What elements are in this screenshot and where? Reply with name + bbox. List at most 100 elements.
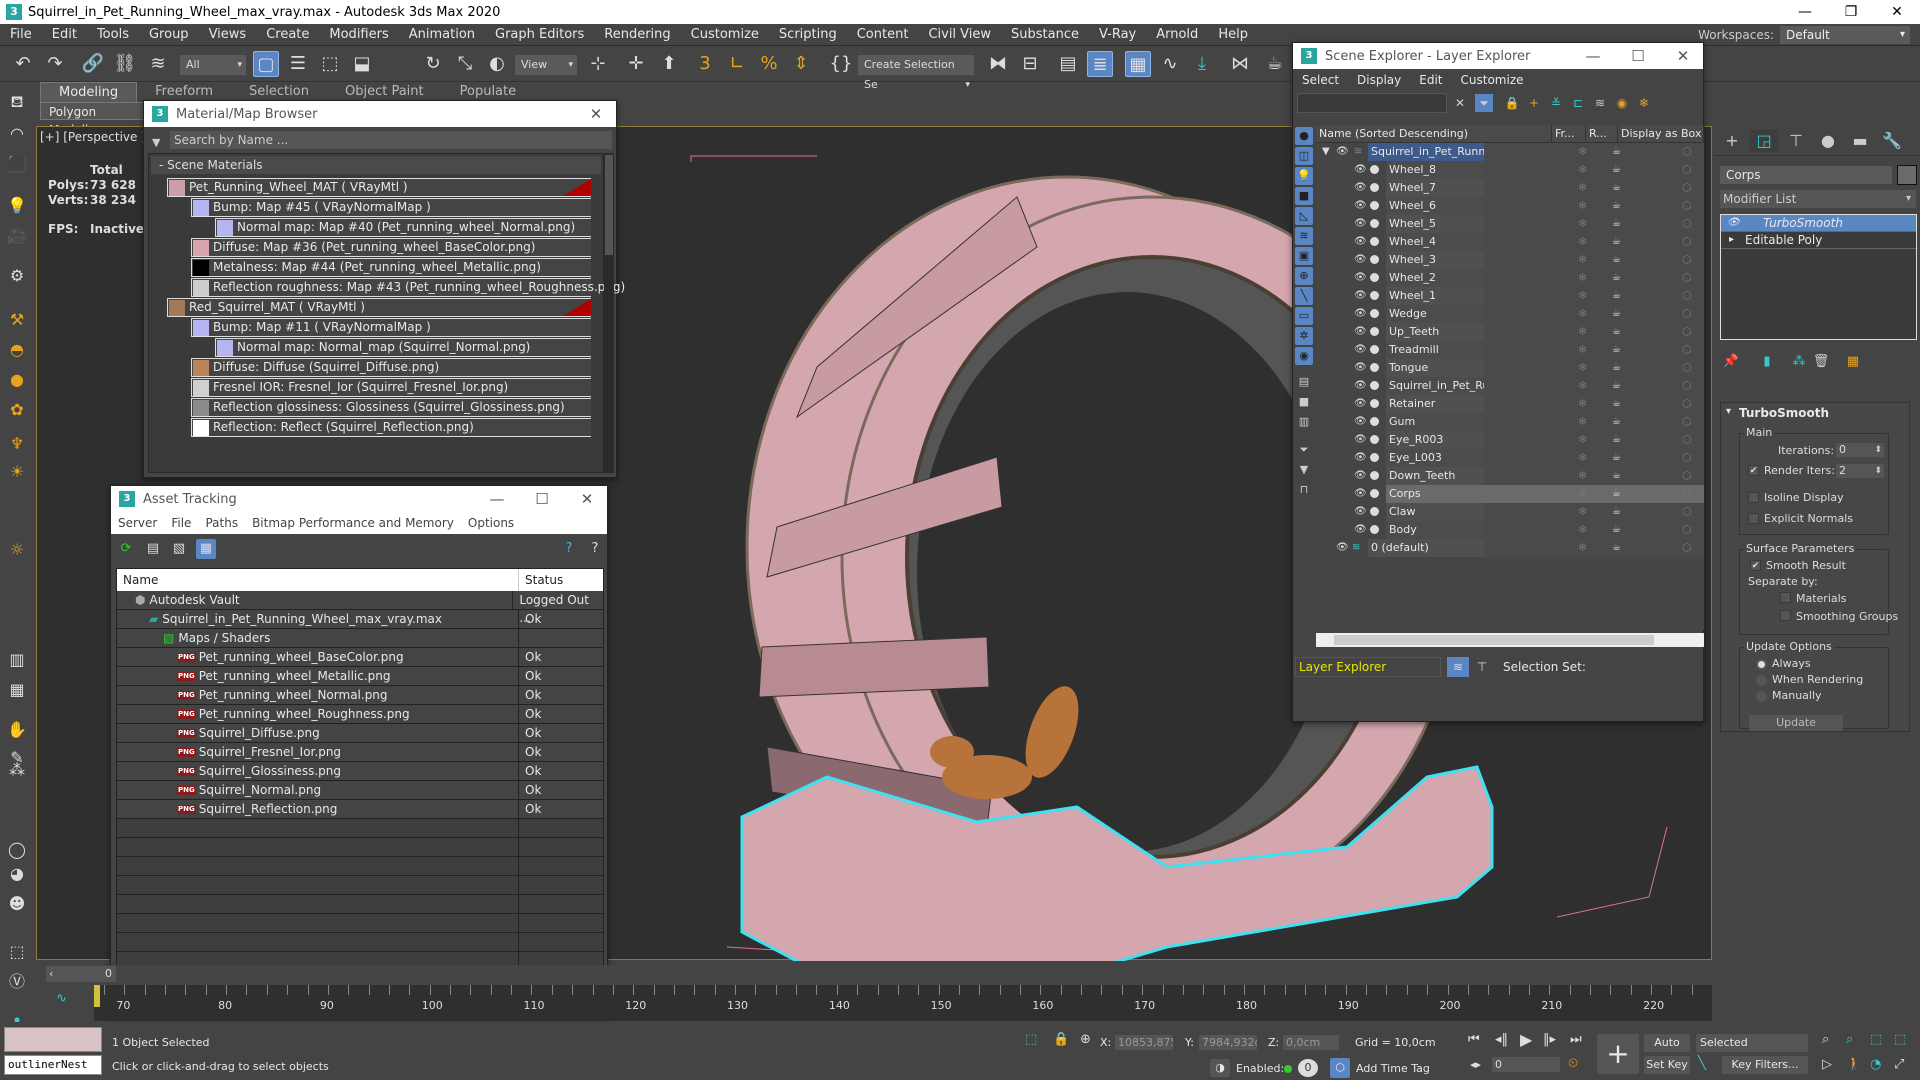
select-place-icon[interactable]: ◐ — [484, 51, 510, 77]
menu-v-ray[interactable]: V-Ray — [1089, 24, 1146, 46]
asset-menu-server[interactable]: Server — [111, 516, 164, 530]
renderable-teapot-icon[interactable]: ☕ — [1612, 377, 1621, 395]
redo-icon[interactable]: ↷ — [42, 51, 68, 77]
visibility-eye-icon[interactable]: 👁 — [1354, 467, 1367, 485]
sphere-icon[interactable]: ● — [5, 368, 29, 392]
freeze-icon[interactable]: ❄ — [1578, 467, 1587, 485]
menu-rendering[interactable]: Rendering — [594, 24, 680, 46]
renderable-teapot-icon[interactable]: ☕ — [1612, 323, 1621, 341]
time-slider[interactable]: ‹ 0 — [46, 966, 116, 982]
map-row[interactable]: Metalness: Map #44 (Pet_running_wheel_Me… — [191, 258, 591, 277]
freeze-icon[interactable]: ❄ — [1578, 323, 1587, 341]
freeze-icon[interactable]: ❄ — [1578, 359, 1587, 377]
asset-menu-file[interactable]: File — [164, 516, 198, 530]
scene-menu-edit[interactable]: Edit — [1410, 73, 1451, 87]
freeze-icon[interactable]: ❄ — [1578, 341, 1587, 359]
close-button[interactable]: ✕ — [567, 486, 607, 512]
link-icon[interactable]: 🔗 — [80, 51, 106, 77]
visibility-eye-icon[interactable]: 👁 — [1354, 179, 1367, 197]
ribbon-tab-freeform[interactable]: Freeform — [137, 82, 231, 102]
visibility-eye-icon[interactable]: 👁 — [1354, 197, 1367, 215]
key-mode-dropdown[interactable]: Selected — [1696, 1034, 1808, 1052]
visibility-eye-icon[interactable]: 👁 — [1354, 305, 1367, 323]
stack-item-turbosmooth[interactable]: 👁 TurboSmooth — [1721, 215, 1916, 232]
asset-row[interactable]: PNG Pet_running_wheel_Roughness.png Ok — [117, 705, 603, 724]
select-by-name-icon[interactable]: ☰ — [285, 51, 311, 77]
bind-space-warp-icon[interactable]: ≋ — [145, 51, 171, 77]
display-as-box-icon[interactable]: ⬡ — [1682, 539, 1692, 557]
workspaces-dropdown[interactable]: Default — [1780, 26, 1910, 44]
ribbon-tab-selection[interactable]: Selection — [231, 82, 327, 102]
object-row[interactable]: 👁 Wheel_2 ❄ ☕ ⬡ — [1316, 269, 1704, 287]
walk-through-icon[interactable]: 🚶 — [1846, 1057, 1862, 1072]
when-rendering-radio[interactable] — [1756, 675, 1767, 686]
mirror-icon[interactable]: ⧓ — [985, 51, 1011, 77]
add-to-layer-icon[interactable]: ≚ — [1547, 94, 1565, 112]
map-row[interactable]: Diffuse: Map #36 (Pet_running_wheel_Base… — [191, 238, 591, 257]
renderable-teapot-icon[interactable]: ☕ — [1612, 215, 1621, 233]
align-icon[interactable]: ⊟ — [1017, 51, 1043, 77]
display-as-box-icon[interactable]: ⬡ — [1682, 179, 1692, 197]
map-row[interactable]: Normal map: Normal_map (Squirrel_Normal.… — [215, 338, 591, 357]
container-icon[interactable]: ⊓ — [1295, 481, 1313, 499]
menu-content[interactable]: Content — [847, 24, 919, 46]
help-info-icon[interactable]: ? — [585, 539, 605, 559]
hierarchy-icon[interactable]: ⊏ — [1569, 94, 1587, 112]
renderable-teapot-icon[interactable]: ☕ — [1612, 449, 1621, 467]
map-row[interactable]: Bump: Map #11 ( VRayNormalMap ) — [191, 318, 591, 337]
display-tab-icon[interactable]: ▬ — [1846, 130, 1874, 152]
box-icon[interactable]: ⬚ — [5, 940, 29, 964]
manipulate-icon[interactable]: ⬆ — [656, 51, 682, 77]
ref-coord-dropdown[interactable]: View — [515, 55, 577, 75]
freeze-icon[interactable]: ❄ — [1578, 377, 1587, 395]
renderable-teapot-icon[interactable]: ☕ — [1612, 431, 1621, 449]
menu-arnold[interactable]: Arnold — [1146, 24, 1208, 46]
percent-snap-icon[interactable]: % — [756, 51, 782, 77]
object-row[interactable]: 👁 Body ❄ ☕ ⬡ — [1316, 521, 1704, 539]
manually-radio[interactable] — [1756, 691, 1767, 702]
freeze-icon[interactable]: ❄ — [1578, 413, 1587, 431]
menu-graph-editors[interactable]: Graph Editors — [485, 24, 594, 46]
configure-sets-icon[interactable]: ▦ — [1844, 352, 1862, 372]
renderable-teapot-icon[interactable]: ☕ — [1612, 467, 1621, 485]
visibility-eye-icon[interactable]: 👁 — [1354, 377, 1367, 395]
spinner-snap-icon[interactable]: ⇕ — [788, 51, 814, 77]
bones-filter-icon[interactable]: ╲ — [1295, 287, 1313, 305]
filter-settings-icon[interactable]: ⏷ — [1295, 441, 1313, 459]
object-row[interactable]: 👁 Down_Teeth ❄ ☕ ⬡ — [1316, 467, 1704, 485]
renderable-teapot-icon[interactable]: ☕ — [1612, 395, 1621, 413]
display-as-box-icon[interactable]: ⬡ — [1682, 521, 1692, 539]
display-as-box-icon[interactable]: ⬡ — [1682, 359, 1692, 377]
renderable-teapot-icon[interactable]: ☕ — [1612, 197, 1621, 215]
pivot-center-icon[interactable]: ⊹ — [585, 51, 611, 77]
balls-icon[interactable]: ⁂ — [5, 758, 29, 782]
visibility-eye-icon[interactable]: 👁 — [1354, 269, 1367, 287]
slider-left-icon[interactable]: ‹ — [49, 966, 53, 982]
orbit-icon[interactable]: ◠ — [5, 122, 29, 146]
visibility-eye-icon[interactable]: 👁 — [1354, 395, 1367, 413]
cameras-filter-icon[interactable]: ■ — [1295, 187, 1313, 205]
column-status[interactable]: Status — [519, 569, 563, 591]
asset-row[interactable]: PNG Squirrel_Glossiness.png Ok — [117, 762, 603, 781]
column-freeze[interactable]: Fr... — [1552, 125, 1586, 142]
display-as-box-icon[interactable]: ⬡ — [1682, 503, 1692, 521]
maxscript-listener-color[interactable] — [4, 1027, 102, 1052]
palette-icon[interactable]: ◕ — [5, 862, 29, 886]
render-setup-icon[interactable]: ☕ — [1262, 51, 1288, 77]
menu-modifiers[interactable]: Modifiers — [319, 24, 398, 46]
unlink-icon[interactable]: ⛓ — [112, 51, 138, 77]
particles-filter-icon[interactable]: ✲ — [1295, 327, 1313, 345]
polygon-modeling-panel[interactable]: Polygon Modeling — [40, 102, 150, 137]
visibility-eye-icon[interactable]: 👁 — [1354, 287, 1367, 305]
stack-item-editable-poly[interactable]: ▸ Editable Poly — [1721, 232, 1916, 249]
menu-file[interactable]: File — [0, 24, 42, 46]
angle-snap-icon[interactable]: ∟ — [724, 51, 750, 77]
display-as-box-icon[interactable]: ⬡ — [1682, 197, 1692, 215]
explicit-normals-checkbox[interactable] — [1748, 513, 1759, 524]
update-button[interactable]: Update — [1749, 715, 1843, 731]
eye-icon[interactable]: 👁 — [1727, 215, 1740, 231]
map-row[interactable]: Normal map: Map #40 (Pet_running_wheel_N… — [215, 218, 591, 237]
containers-filter-icon[interactable]: ▭ — [1295, 307, 1313, 325]
ribbon-tab-object-paint[interactable]: Object Paint — [327, 82, 442, 102]
hidden-filter-icon[interactable]: ◉ — [1295, 347, 1313, 365]
